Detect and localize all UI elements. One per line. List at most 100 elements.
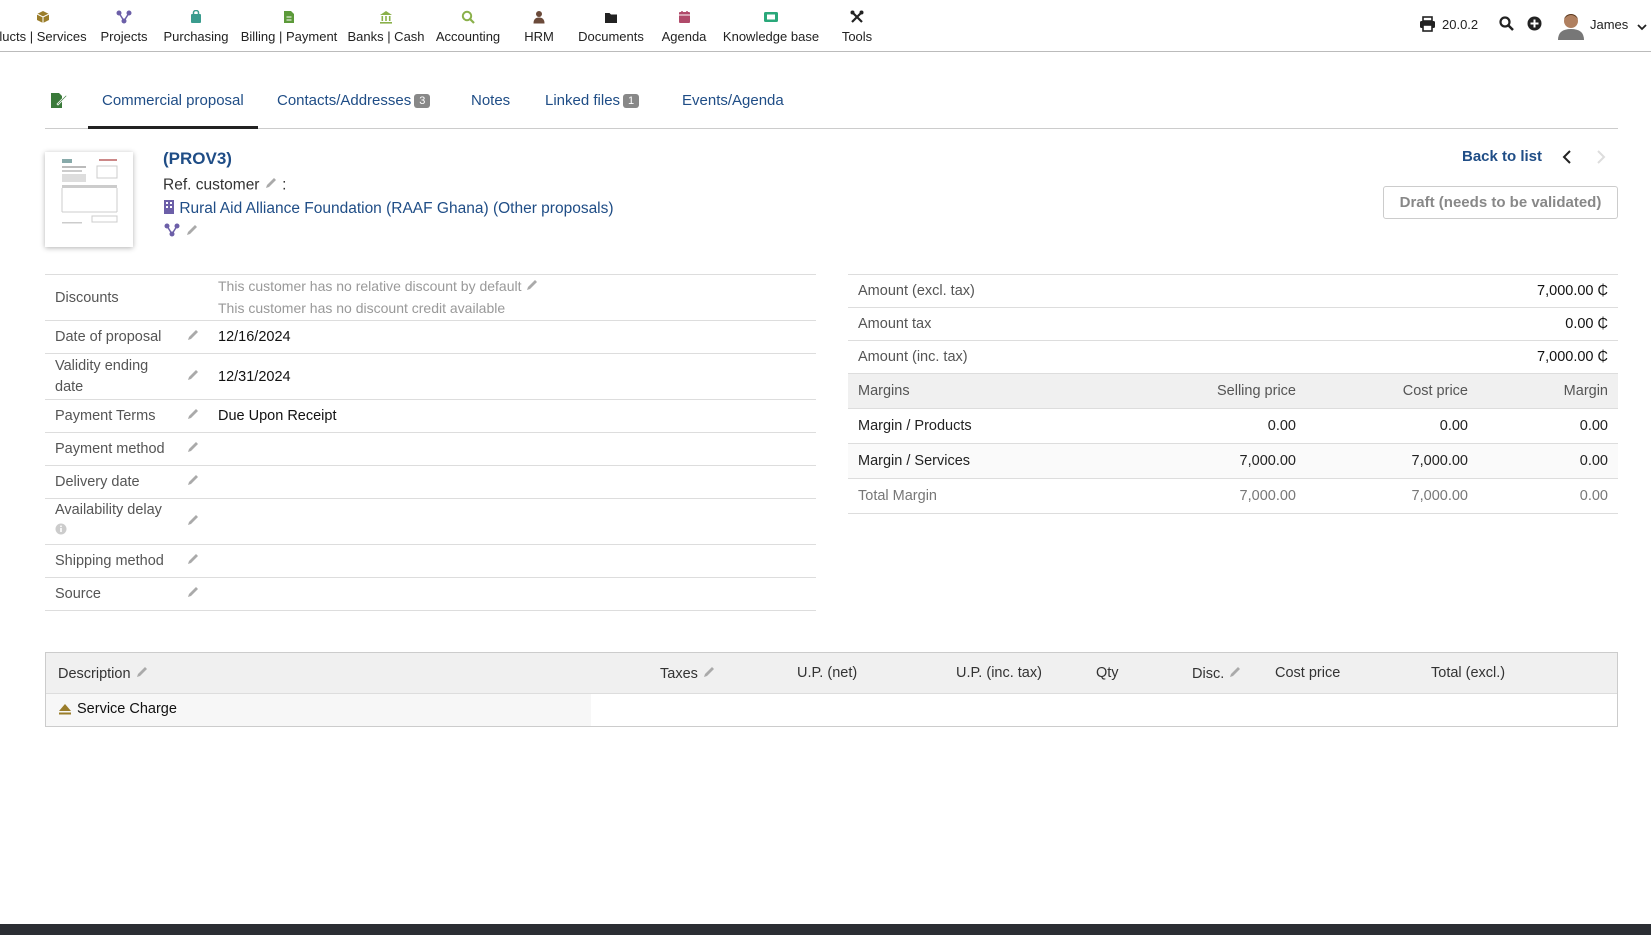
- other-proposals-link[interactable]: (Other proposals): [493, 200, 614, 217]
- discount-line-2: This customer has no discount credit ava…: [218, 299, 506, 316]
- discounts-label: Discounts: [45, 274, 175, 321]
- amount-tax-value: 0.00 ₵: [1310, 307, 1618, 341]
- search-icon[interactable]: [1499, 16, 1514, 34]
- menu-label: Accounting: [435, 29, 501, 44]
- tab-events-agenda[interactable]: Events/Agenda: [682, 92, 784, 109]
- menu-projects[interactable]: Projects: [96, 0, 152, 52]
- amount-inc-value: 7,000.00 ₵: [1310, 340, 1618, 374]
- billing-icon: [283, 9, 295, 25]
- menu-label: Agenda: [661, 29, 707, 44]
- title-line-label: Service Charge: [77, 701, 177, 717]
- project-row: [163, 223, 199, 242]
- status-badge: Draft (needs to be validated): [1383, 186, 1618, 219]
- tab-badge: 1: [623, 94, 640, 108]
- amount-excl-label: Amount (excl. tax): [848, 274, 1311, 308]
- edit-pencil-icon[interactable]: [186, 552, 200, 570]
- edit-pencil-icon[interactable]: [186, 585, 200, 603]
- project-icon: [163, 223, 181, 242]
- lines-table: Description Taxes U.P. (net) U.P. (inc. …: [45, 652, 1618, 727]
- tab-label: Contacts/Addresses: [277, 92, 412, 109]
- avatar[interactable]: [1557, 10, 1585, 43]
- tab-label: Events/Agenda: [682, 92, 784, 109]
- title-line-row[interactable]: Service Charge: [46, 694, 591, 726]
- menu-accounting[interactable]: Accounting: [434, 0, 502, 52]
- edit-pencil-icon[interactable]: [525, 277, 539, 298]
- margin-selling: 0.00: [1136, 408, 1306, 444]
- payment-method-label: Payment method: [45, 432, 175, 466]
- ref-customer-row: Ref. customer :: [163, 176, 286, 195]
- back-to-list-link[interactable]: Back to list: [1462, 148, 1542, 165]
- edit-pencil-icon[interactable]: [186, 407, 200, 425]
- amount-inc-label: Amount (inc. tax): [848, 340, 1311, 374]
- tab-contacts-addresses[interactable]: Contacts/Addresses 3: [277, 92, 431, 109]
- selling-price-header: Selling price: [1136, 373, 1306, 409]
- menu-knowledge-base[interactable]: Knowledge base: [722, 0, 820, 52]
- menu-tools[interactable]: Tools: [836, 0, 878, 52]
- menu-billing-payment[interactable]: Billing | Payment: [240, 0, 338, 52]
- edit-pencil-icon[interactable]: [186, 473, 200, 491]
- validity-value: 12/31/2024: [210, 353, 816, 400]
- accounting-icon: [461, 9, 475, 25]
- menu-documents[interactable]: Documents: [577, 0, 645, 52]
- tab-commercial-proposal[interactable]: Commercial proposal: [88, 92, 258, 129]
- cost-price-header: Cost price: [1275, 665, 1341, 681]
- amount-tax-label: Amount tax: [848, 307, 1311, 341]
- margin-value: 0.00: [1478, 478, 1618, 514]
- menu-label: HRM: [524, 29, 554, 44]
- menu-label: lucts | Services: [0, 29, 87, 44]
- shipping-method-label: Shipping method: [45, 544, 175, 578]
- menu-banks-cash[interactable]: Banks | Cash: [347, 0, 425, 52]
- chevron-down-icon[interactable]: [1637, 19, 1647, 34]
- version-label: 20.0.2: [1442, 17, 1479, 32]
- source-label: Source: [45, 577, 175, 611]
- validity-label: Validity ending date: [45, 353, 175, 400]
- up-inc-header: U.P. (inc. tax): [956, 665, 1042, 681]
- projects-icon: [116, 9, 132, 25]
- availability-label: Availability delay: [55, 502, 162, 519]
- menu-agenda[interactable]: Agenda: [661, 0, 707, 52]
- edit-pencil-icon[interactable]: [702, 665, 716, 683]
- edit-pencil-icon[interactable]: [185, 223, 199, 242]
- margin-row-label: Total Margin: [848, 478, 1136, 514]
- chevron-left-icon[interactable]: [1562, 150, 1572, 169]
- margin-cost: 7,000.00: [1306, 443, 1478, 479]
- menu-label: Tools: [841, 29, 873, 44]
- edit-pencil-icon[interactable]: [186, 328, 200, 346]
- total-excl-header: Total (excl.): [1431, 665, 1506, 681]
- margins-table: Margins Selling price Cost price Margin …: [848, 373, 1618, 514]
- printer-icon[interactable]: [1419, 16, 1436, 35]
- edit-pencil-icon[interactable]: [264, 176, 278, 195]
- menu-purchasing[interactable]: Purchasing: [161, 0, 231, 52]
- up-arrow-icon: [58, 702, 72, 720]
- user-name[interactable]: James: [1590, 17, 1628, 32]
- payment-terms-value: Due Upon Receipt: [210, 399, 816, 433]
- description-header: Description: [58, 665, 131, 682]
- cost-price-header: Cost price: [1306, 373, 1478, 409]
- top-menu-bar: lucts | Services Projects Purchasing Bil…: [0, 0, 1651, 52]
- tools-icon: [850, 9, 864, 25]
- edit-pencil-icon[interactable]: [186, 368, 200, 386]
- tab-linked-files[interactable]: Linked files 1: [545, 92, 640, 109]
- date-label: Date of proposal: [45, 320, 175, 354]
- margin-row-label: Margin / Services: [848, 443, 1136, 479]
- menu-products-services[interactable]: lucts | Services: [0, 0, 87, 52]
- company-link[interactable]: Rural Aid Alliance Foundation (RAAF Ghan…: [179, 200, 488, 217]
- info-icon[interactable]: [55, 521, 67, 542]
- tab-bar: Commercial proposal Contacts/Addresses 3 …: [45, 84, 1618, 129]
- taxes-header: Taxes: [660, 665, 698, 682]
- edit-pencil-icon[interactable]: [186, 440, 200, 458]
- document-thumbnail[interactable]: [45, 152, 133, 247]
- add-icon[interactable]: [1527, 16, 1542, 34]
- edit-pencil-icon[interactable]: [1228, 665, 1242, 683]
- edit-pencil-icon[interactable]: [135, 665, 149, 683]
- margin-cost: 0.00: [1306, 408, 1478, 444]
- tab-notes[interactable]: Notes: [471, 92, 510, 109]
- taskbar-strip: [0, 924, 1651, 935]
- hrm-icon: [533, 9, 545, 25]
- proposal-icon: [50, 92, 68, 114]
- chevron-right-icon: [1596, 150, 1606, 169]
- up-net-header: U.P. (net): [797, 665, 858, 681]
- menu-label: Knowledge base: [722, 29, 820, 44]
- edit-pencil-icon[interactable]: [186, 513, 200, 531]
- menu-hrm[interactable]: HRM: [524, 0, 554, 52]
